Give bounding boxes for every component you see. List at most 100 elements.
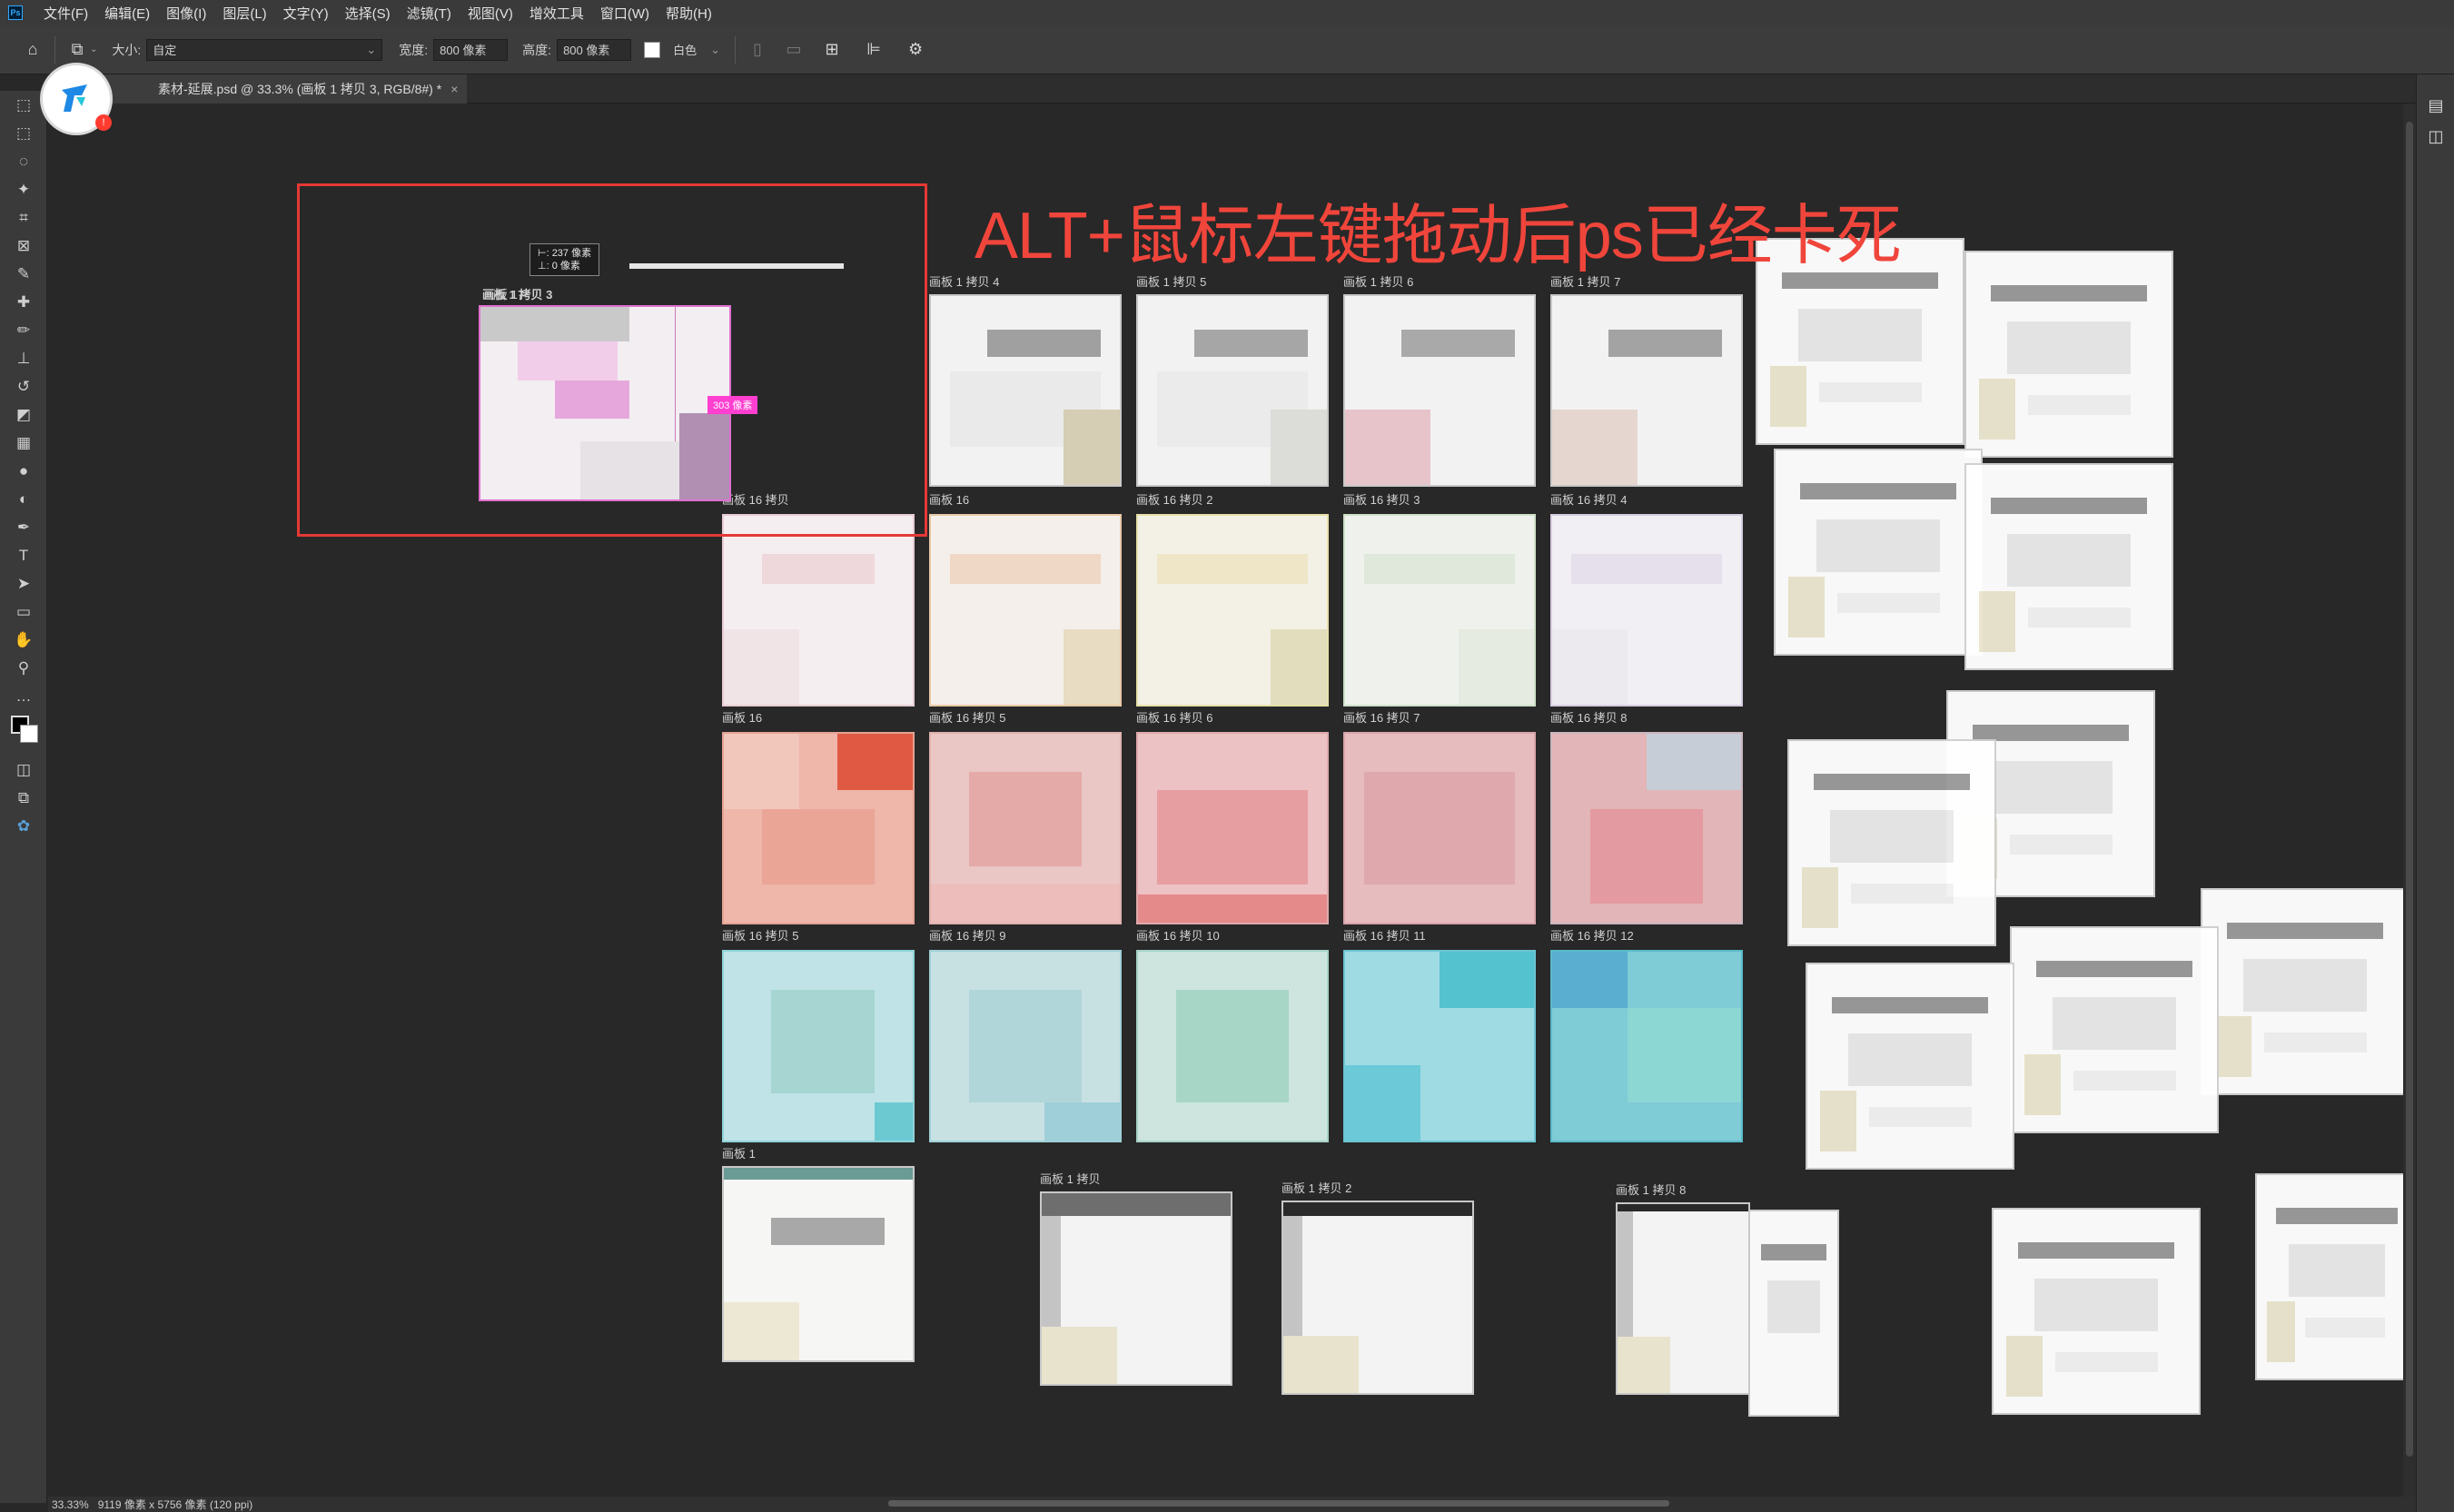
menu-type[interactable]: 文字(Y) bbox=[275, 4, 337, 23]
artboard[interactable] bbox=[929, 950, 1122, 1142]
artboard-label[interactable]: 画板 16 拷贝 5 bbox=[929, 708, 1006, 726]
add-artboard-icon[interactable]: ⊞ bbox=[819, 37, 845, 63]
menu-window[interactable]: 窗口(W) bbox=[592, 4, 658, 23]
artboard[interactable] bbox=[929, 294, 1122, 487]
artboard[interactable] bbox=[1343, 732, 1536, 924]
color-swatches[interactable] bbox=[0, 710, 47, 756]
pen-tool-icon[interactable]: ✒ bbox=[0, 513, 47, 541]
artboard[interactable] bbox=[1136, 294, 1329, 487]
artboard[interactable] bbox=[722, 732, 915, 924]
artboard[interactable] bbox=[1343, 514, 1536, 707]
size-select[interactable]: 自定 ⌄ bbox=[146, 38, 383, 61]
zoom-tool-icon[interactable]: ⚲ bbox=[0, 654, 47, 682]
artboard[interactable] bbox=[1136, 732, 1329, 924]
artboard[interactable] bbox=[1136, 950, 1329, 1142]
artboard-label[interactable]: 画板 16 bbox=[722, 708, 762, 726]
zoom-level[interactable]: 33.33% bbox=[52, 1498, 89, 1511]
artboard[interactable] bbox=[1281, 1201, 1474, 1395]
panel-icon[interactable]: ◫ bbox=[2423, 124, 2449, 149]
make-landscape-icon[interactable]: ▭ bbox=[781, 37, 806, 63]
artboard[interactable] bbox=[722, 950, 915, 1142]
document-tab[interactable]: 素材-延展.psd @ 33.3% (画板 1 拷贝 3, RGB/8#) * … bbox=[104, 74, 467, 104]
menu-layer[interactable]: 图层(L) bbox=[214, 4, 274, 23]
artboard[interactable] bbox=[1136, 514, 1329, 707]
document-info[interactable]: 9119 像素 x 5756 像素 (120 ppi) bbox=[98, 1497, 253, 1512]
artboard[interactable] bbox=[1550, 514, 1743, 707]
horizontal-scrollbar[interactable] bbox=[888, 1500, 1669, 1507]
menu-file[interactable]: 文件(F) bbox=[35, 4, 96, 23]
align-icon[interactable]: ⊫ bbox=[861, 37, 886, 63]
blur-tool-icon[interactable]: ● bbox=[0, 457, 47, 485]
artboard-tool-icon[interactable]: ⧉ bbox=[64, 37, 90, 63]
artboard-label[interactable]: 画板 16 拷贝 7 bbox=[1343, 708, 1420, 726]
artboard[interactable] bbox=[1343, 950, 1536, 1142]
path-select-tool-icon[interactable]: ➤ bbox=[0, 569, 47, 598]
background-color-swatch-tool[interactable] bbox=[20, 725, 38, 743]
screen-mode-icon[interactable]: ⧉ bbox=[0, 784, 47, 812]
artboard[interactable] bbox=[929, 732, 1122, 924]
artboard-label[interactable]: 画板 1 bbox=[722, 1144, 756, 1161]
frame-tool-icon[interactable]: ⊠ bbox=[0, 232, 47, 260]
lasso-tool-icon[interactable]: ◌ bbox=[0, 147, 47, 175]
artboard-label[interactable]: 画板 1 拷贝 2 bbox=[1281, 1179, 1351, 1196]
artboard-label[interactable]: 画板 16 拷贝 2 bbox=[1136, 490, 1213, 508]
more-tools-icon[interactable]: … bbox=[0, 682, 47, 710]
artboard[interactable] bbox=[1550, 294, 1743, 487]
make-portrait-icon[interactable]: ▯ bbox=[745, 37, 770, 63]
artboard-label[interactable]: 画板 16 bbox=[929, 490, 969, 508]
artboard-label[interactable]: 画板 1 拷贝 bbox=[1040, 1170, 1100, 1187]
menu-edit[interactable]: 编辑(E) bbox=[96, 4, 158, 23]
tool-preset-chevron-icon[interactable]: ⌄ bbox=[90, 44, 97, 54]
dodge-tool-icon[interactable]: ◐ bbox=[0, 485, 47, 513]
width-input[interactable]: 800 像素 bbox=[433, 38, 509, 61]
artboard-label[interactable]: 画板 1 拷贝 8 bbox=[1616, 1181, 1686, 1198]
document-canvas[interactable]: 画板 1 拷贝 4 画板 1 拷贝 5 画板 1 拷贝 6 画板 1 拷贝 7 … bbox=[48, 104, 2416, 1497]
background-color-swatch[interactable] bbox=[644, 41, 661, 58]
artboard-label[interactable]: 画板 16 拷贝 5 bbox=[722, 926, 799, 944]
type-tool-icon[interactable]: T bbox=[0, 541, 47, 569]
close-icon[interactable]: × bbox=[450, 82, 458, 96]
brush-tool-icon[interactable]: ✏ bbox=[0, 316, 47, 344]
artboard-label[interactable]: 画板 16 拷贝 10 bbox=[1136, 926, 1220, 944]
hand-tool-icon[interactable]: ✋ bbox=[0, 626, 47, 654]
artboard[interactable] bbox=[722, 1166, 915, 1362]
artboard-label[interactable]: 画板 16 拷贝 8 bbox=[1550, 708, 1628, 726]
gear-icon[interactable]: ⚙ bbox=[903, 37, 928, 63]
artboard[interactable] bbox=[1343, 294, 1536, 487]
menu-view[interactable]: 视图(V) bbox=[460, 4, 521, 23]
artboard-label[interactable]: 画板 16 拷贝 9 bbox=[929, 926, 1006, 944]
artboard-label[interactable]: 画板 16 拷贝 6 bbox=[1136, 708, 1213, 726]
artboard-label[interactable]: 画板 16 拷贝 12 bbox=[1550, 926, 1634, 944]
menu-help[interactable]: 帮助(H) bbox=[658, 4, 720, 23]
vertical-scrollbar[interactable] bbox=[2403, 104, 2416, 1497]
quick-mask-icon[interactable]: ◫ bbox=[0, 756, 47, 784]
history-brush-icon[interactable]: ↺ bbox=[0, 372, 47, 400]
eyedropper-tool-icon[interactable]: ✎ bbox=[0, 260, 47, 288]
artboard-label[interactable]: 画板 16 拷贝 11 bbox=[1343, 926, 1426, 944]
eraser-tool-icon[interactable]: ◩ bbox=[0, 400, 47, 429]
scrollbar-thumb[interactable] bbox=[2406, 122, 2413, 1457]
artboard-label[interactable]: 画板 16 拷贝 3 bbox=[1343, 490, 1420, 508]
crop-tool-icon[interactable]: ⌗ bbox=[0, 203, 47, 232]
rectangle-tool-icon[interactable]: ▭ bbox=[0, 598, 47, 626]
gradient-tool-icon[interactable]: ▦ bbox=[0, 429, 47, 457]
marquee-tool-icon[interactable]: ⬚ bbox=[0, 119, 47, 147]
menu-image[interactable]: 图像(I) bbox=[158, 4, 214, 23]
artboard[interactable] bbox=[1550, 950, 1743, 1142]
menu-filter[interactable]: 滤镜(T) bbox=[399, 4, 460, 23]
artboard[interactable] bbox=[929, 514, 1122, 707]
home-icon[interactable]: ⌂ bbox=[20, 37, 45, 63]
menu-plugins[interactable]: 增效工具 bbox=[521, 4, 592, 23]
extra-tool-icon[interactable]: ✿ bbox=[0, 812, 47, 840]
artboard[interactable] bbox=[722, 514, 915, 707]
healing-brush-icon[interactable]: ✚ bbox=[0, 288, 47, 316]
artboard[interactable] bbox=[1550, 732, 1743, 924]
artboard-label[interactable]: 画板 16 拷贝 4 bbox=[1550, 490, 1628, 508]
background-select[interactable]: 白色 ⌄ bbox=[668, 38, 727, 61]
assistant-avatar[interactable]: ! bbox=[40, 63, 113, 135]
artboard[interactable] bbox=[1040, 1191, 1232, 1386]
height-input[interactable]: 800 像素 bbox=[557, 38, 632, 61]
quick-select-tool-icon[interactable]: ✦ bbox=[0, 175, 47, 203]
panel-icon[interactable]: ▤ bbox=[2423, 93, 2449, 118]
stamp-tool-icon[interactable]: ⊥ bbox=[0, 344, 47, 372]
